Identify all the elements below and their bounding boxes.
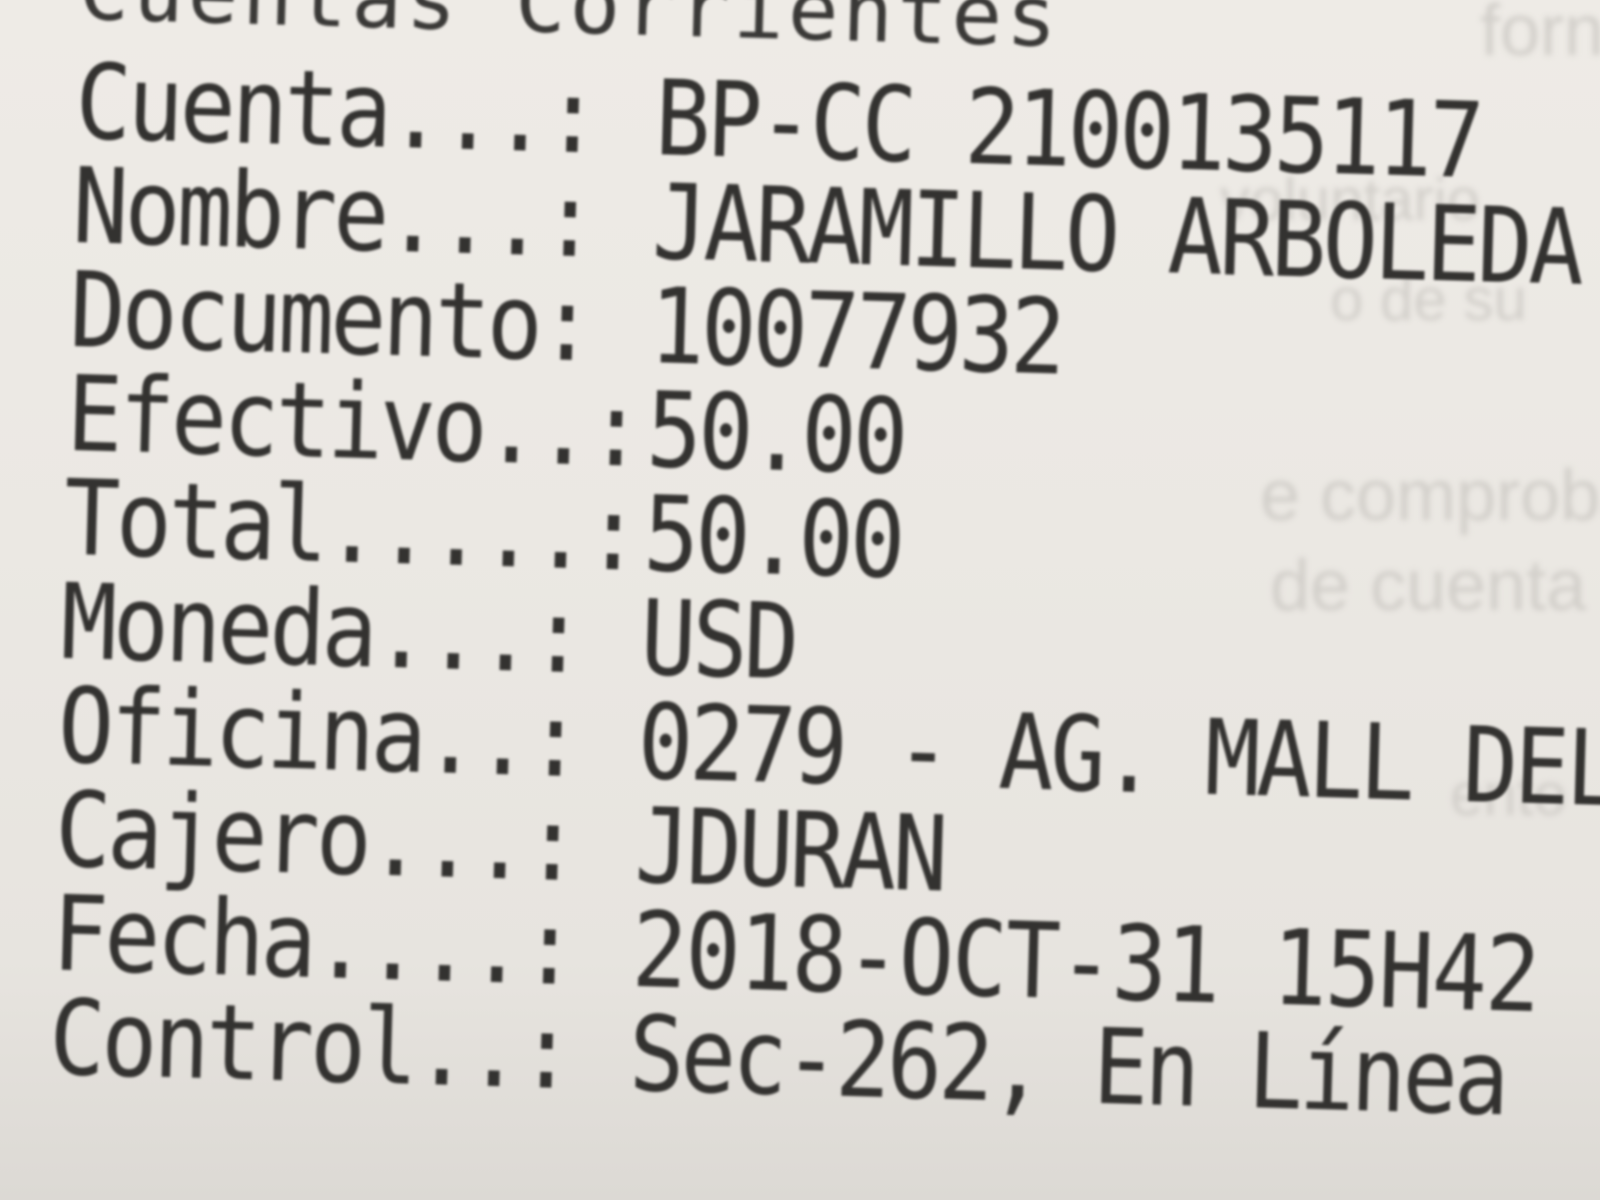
receipt-photo: e comprobante las de cuenta forn volunta… — [0, 0, 1600, 1200]
receipt-body: Cuentas Corrientes Cuenta...: BP-CC 2100… — [47, 0, 1600, 1140]
field-label: Control..: — [47, 976, 573, 1114]
field-value: 50.00 — [645, 369, 907, 499]
field-value: 50.00 — [642, 472, 904, 603]
field-value: USD — [639, 576, 798, 704]
field-value: Sec-262, En Línea — [627, 992, 1508, 1140]
